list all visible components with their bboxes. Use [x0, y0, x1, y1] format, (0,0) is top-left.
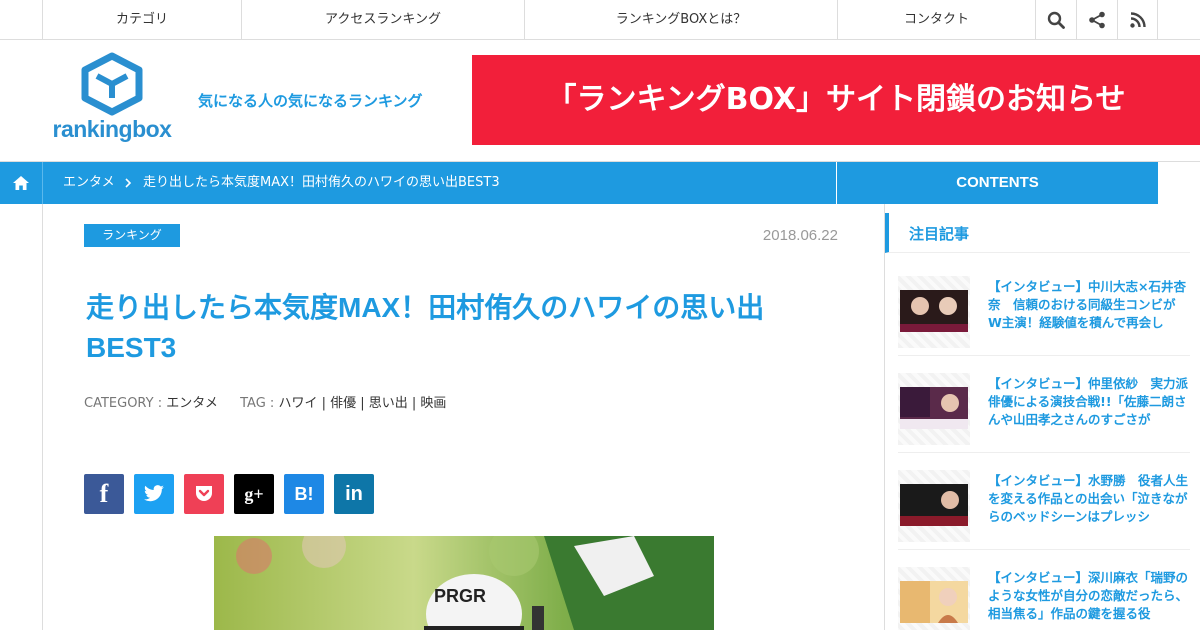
search-button[interactable]	[1035, 0, 1076, 40]
sidebar-heading: 注目記事	[885, 213, 1190, 253]
linkedin-icon: in	[345, 482, 363, 505]
tag-label: TAG :	[240, 396, 275, 411]
category-badge[interactable]: ランキング	[84, 224, 180, 247]
article-thumbnail	[898, 470, 970, 542]
featured-article-item[interactable]: 【インタビュー】中川大志×石井杏奈 信頼のおける同級生コンビがW主演！経験値を積…	[898, 276, 1190, 356]
article-title: 走り出したら本気度MAX！田村侑久のハワイの思い出BEST3	[86, 292, 765, 363]
breadcrumb-category[interactable]: エンタメ	[63, 162, 115, 204]
category-label: CATEGORY :	[84, 396, 163, 411]
pocket-icon	[196, 486, 212, 501]
share-icon	[1089, 11, 1105, 29]
sidebar-divider	[884, 204, 885, 630]
tag-links[interactable]: ハワイ | 俳優 | 思い出 | 映画	[278, 396, 446, 411]
breadcrumb-current: 走り出したら本気度MAX！田村侑久のハワイの思い出BEST3	[143, 175, 500, 190]
publish-date: 2018.06.22	[762, 227, 838, 244]
hatena-icon: B!	[294, 483, 314, 504]
article-thumbnail	[898, 373, 970, 445]
nav-access-ranking[interactable]: アクセスランキング	[241, 0, 524, 40]
article-thumbnail	[898, 567, 970, 630]
cap-brand-text: PRGR	[434, 586, 486, 606]
logo-text: rankingbox	[52, 116, 172, 142]
featured-article-title: 【インタビュー】深川麻衣「瑞野のような女性が自分の恋敵だったら、相当焦る」作品の…	[988, 570, 1188, 621]
article-meta: CATEGORY : エンタメ TAG : ハワイ | 俳優 | 思い出 | 映…	[84, 392, 446, 411]
featured-article-title: 【インタビュー】仲里依紗 実力派俳優による演技合戦!!「佐藤二朗さんや山田孝之さ…	[988, 376, 1188, 427]
pocket-share-button[interactable]	[184, 474, 224, 514]
chevron-right-icon	[125, 178, 132, 188]
breadcrumb: エンタメ 走り出したら本気度MAX！田村侑久のハワイの思い出BEST3	[0, 162, 836, 204]
google-plus-icon: g+	[244, 483, 264, 504]
home-button[interactable]	[0, 162, 43, 204]
facebook-share-button[interactable]: f	[84, 474, 124, 514]
top-navigation: カテゴリ アクセスランキング ランキングBOXとは？ コンタクト	[0, 0, 1200, 40]
twitter-share-button[interactable]	[134, 474, 174, 514]
breadcrumb-bar: エンタメ 走り出したら本気度MAX！田村侑久のハワイの思い出BEST3 CONT…	[0, 161, 1200, 204]
search-icon	[1047, 11, 1065, 29]
article-thumbnail	[898, 276, 970, 348]
rss-icon	[1129, 12, 1146, 28]
sidebar-heading-label: 注目記事	[909, 225, 970, 243]
closure-notice-banner[interactable]: 「ランキングBOX」サイト閉鎖のお知らせ	[472, 55, 1200, 145]
linkedin-share-button[interactable]: in	[334, 474, 374, 514]
article-hero-image: PRGR	[214, 536, 714, 630]
logo-box-icon	[81, 52, 143, 116]
home-icon	[13, 176, 29, 190]
contents-tab[interactable]: CONTENTS	[837, 162, 1158, 204]
site-tagline: 気になる人の気になるランキング	[198, 92, 423, 110]
nav-category[interactable]: カテゴリ	[42, 0, 241, 40]
divider	[42, 204, 43, 630]
twitter-icon	[144, 485, 164, 502]
category-link[interactable]: エンタメ	[166, 396, 218, 411]
nav-contact[interactable]: コンタクト	[837, 0, 1035, 40]
featured-article-item[interactable]: 【インタビュー】深川麻衣「瑞野のような女性が自分の恋敵だったら、相当焦る」作品の…	[898, 567, 1190, 630]
featured-article-item[interactable]: 【インタビュー】仲里依紗 実力派俳優による演技合戦!!「佐藤二朗さんや山田孝之さ…	[898, 373, 1190, 453]
google-plus-share-button[interactable]: g+	[234, 474, 274, 514]
rss-button[interactable]	[1117, 0, 1158, 40]
featured-article-title: 【インタビュー】中川大志×石井杏奈 信頼のおける同級生コンビがW主演！経験値を積…	[988, 279, 1186, 330]
hatena-bookmark-share-button[interactable]: B!	[284, 474, 324, 514]
facebook-icon: f	[99, 479, 109, 508]
nav-about[interactable]: ランキングBOXとは？	[524, 0, 837, 40]
site-logo[interactable]: rankingbox	[46, 52, 178, 148]
featured-article-title: 【インタビュー】水野勝 役者人生を変える作品との出会い「泣きながらのベッドシーン…	[988, 473, 1188, 524]
featured-article-item[interactable]: 【インタビュー】水野勝 役者人生を変える作品との出会い「泣きながらのベッドシーン…	[898, 470, 1190, 550]
share-button[interactable]	[1076, 0, 1117, 40]
